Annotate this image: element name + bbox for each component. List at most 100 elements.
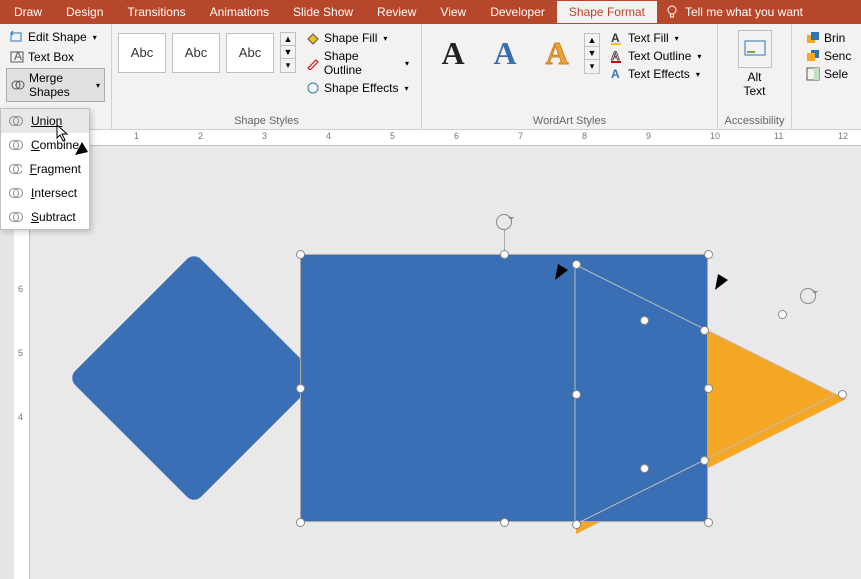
gallery-more-icon: ▾ bbox=[281, 59, 295, 72]
shape-styles-group-label: Shape Styles bbox=[118, 115, 415, 129]
horizontal-ruler[interactable]: 0123456789101112 bbox=[30, 130, 861, 146]
tab-animations[interactable]: Animations bbox=[198, 1, 281, 23]
pen-icon bbox=[306, 56, 320, 70]
merge-shapes-icon bbox=[11, 78, 25, 92]
edit-shape-label: Edit Shape bbox=[28, 30, 87, 44]
shape-fill-button[interactable]: Shape Fill ▾ bbox=[304, 30, 411, 46]
send-backward-button[interactable]: Senc bbox=[804, 48, 853, 64]
style-gallery-more[interactable]: ▲ ▼ ▾ bbox=[280, 32, 296, 73]
send-backward-label: Senc bbox=[824, 49, 851, 63]
gallery-down-icon: ▼ bbox=[281, 46, 295, 59]
tab-slideshow[interactable]: Slide Show bbox=[281, 1, 365, 23]
shape-outline-label: Shape Outline bbox=[324, 49, 399, 77]
text-fill-button[interactable]: A Text Fill▾ bbox=[608, 30, 703, 46]
shape-fill-label: Shape Fill bbox=[324, 31, 377, 45]
gallery-up-icon: ▲ bbox=[281, 33, 295, 46]
text-box-button[interactable]: A Text Box bbox=[6, 48, 105, 66]
wordart-preset-2[interactable]: A bbox=[480, 30, 530, 76]
chevron-down-icon: ▾ bbox=[96, 81, 100, 90]
shape-diamond[interactable] bbox=[68, 252, 320, 504]
resize-handle[interactable] bbox=[640, 316, 649, 325]
tab-developer[interactable]: Developer bbox=[478, 1, 557, 23]
tab-review[interactable]: Review bbox=[365, 1, 428, 23]
text-fill-icon: A bbox=[610, 31, 624, 45]
style-preset-3[interactable]: Abc bbox=[226, 33, 274, 73]
fragment-icon bbox=[9, 162, 22, 176]
resize-handle[interactable] bbox=[296, 384, 305, 393]
tab-design[interactable]: Design bbox=[54, 1, 115, 23]
resize-handle[interactable] bbox=[500, 250, 509, 259]
group-wordart-styles: A A A ▲ ▼ ▾ A Text Fill▾ A Text Outline ▾ bbox=[422, 24, 718, 129]
merge-shapes-button[interactable]: Merge Shapes ▾ bbox=[6, 68, 105, 102]
arrange-group-label bbox=[798, 127, 846, 129]
text-box-label: Text Box bbox=[28, 50, 74, 64]
rotation-handle[interactable] bbox=[800, 288, 816, 304]
chevron-down-icon: ▾ bbox=[405, 84, 409, 93]
bucket-icon bbox=[306, 31, 320, 45]
style-preset-1[interactable]: Abc bbox=[118, 33, 166, 73]
tab-shape-format[interactable]: Shape Format bbox=[557, 1, 657, 23]
resize-handle[interactable] bbox=[572, 390, 581, 399]
resize-handle[interactable] bbox=[296, 250, 305, 259]
alt-text-button[interactable]: Alt Text bbox=[730, 26, 780, 102]
alt-text-label: Alt Text bbox=[743, 70, 765, 98]
annotation-arrow bbox=[540, 170, 610, 290]
chevron-down-icon: ▾ bbox=[383, 34, 387, 43]
resize-handle[interactable] bbox=[572, 520, 581, 529]
wordart-group-label: WordArt Styles bbox=[428, 115, 711, 129]
wordart-gallery-more[interactable]: ▲ ▼ ▾ bbox=[584, 33, 600, 74]
union-icon bbox=[9, 114, 23, 128]
selection-pane-button[interactable]: Sele bbox=[804, 66, 853, 82]
shape-effects-button[interactable]: Shape Effects▾ bbox=[304, 80, 411, 96]
bring-forward-button[interactable]: Brin bbox=[804, 30, 853, 46]
annotation-arrow bbox=[700, 170, 770, 300]
intersect-icon bbox=[9, 186, 23, 200]
annotation-arrow bbox=[60, 110, 150, 170]
resize-handle[interactable] bbox=[704, 518, 713, 527]
cursor-icon bbox=[56, 124, 72, 144]
text-outline-label: Text Outline bbox=[628, 49, 691, 63]
resize-handle[interactable] bbox=[296, 518, 305, 527]
text-outline-button[interactable]: A Text Outline ▾ bbox=[608, 48, 703, 64]
style-preset-2[interactable]: Abc bbox=[172, 33, 220, 73]
gallery-up-icon: ▲ bbox=[585, 34, 599, 47]
wordart-preset-3[interactable]: A bbox=[532, 30, 582, 76]
effects-icon bbox=[306, 81, 320, 95]
menu-subtract[interactable]: Subtract bbox=[1, 205, 89, 229]
resize-handle[interactable] bbox=[700, 326, 709, 335]
menu-subtract-label: Subtract bbox=[31, 210, 76, 224]
text-effects-button[interactable]: A Text Effects▾ bbox=[608, 66, 703, 82]
svg-text:A: A bbox=[611, 31, 620, 45]
chevron-down-icon: ▾ bbox=[697, 52, 701, 61]
menu-intersect[interactable]: Intersect bbox=[1, 181, 89, 205]
svg-text:A: A bbox=[14, 50, 22, 63]
merge-shapes-label: Merge Shapes bbox=[29, 71, 90, 99]
resize-handle[interactable] bbox=[500, 518, 509, 527]
group-shape-styles: Abc Abc Abc ▲ ▼ ▾ Shape Fill ▾ Shape Outl… bbox=[112, 24, 422, 129]
text-effects-label: Text Effects bbox=[628, 67, 690, 81]
send-backward-icon bbox=[806, 49, 820, 63]
shape-outline-button[interactable]: Shape Outline▾ bbox=[304, 48, 411, 78]
chevron-down-icon: ▾ bbox=[696, 70, 700, 79]
tab-transitions[interactable]: Transitions bbox=[115, 1, 197, 23]
resize-handle[interactable] bbox=[838, 390, 847, 399]
tell-me[interactable]: Tell me what you want bbox=[665, 5, 803, 19]
resize-handle[interactable] bbox=[700, 456, 709, 465]
gallery-more-icon: ▾ bbox=[585, 60, 599, 73]
menu-intersect-label: Intersect bbox=[31, 186, 77, 200]
gallery-down-icon: ▼ bbox=[585, 47, 599, 60]
tab-view[interactable]: View bbox=[428, 1, 478, 23]
resize-handle[interactable] bbox=[704, 384, 713, 393]
rotation-handle[interactable] bbox=[496, 214, 512, 230]
resize-handle[interactable] bbox=[778, 310, 787, 319]
lightbulb-icon bbox=[665, 5, 679, 19]
selection-pane-icon bbox=[806, 67, 820, 81]
combine-icon bbox=[9, 138, 23, 152]
tab-draw[interactable]: Draw bbox=[2, 1, 54, 23]
accessibility-group-label: Accessibility bbox=[724, 115, 785, 129]
shape-rectangle[interactable] bbox=[300, 254, 708, 522]
wordart-preset-1[interactable]: A bbox=[428, 30, 478, 76]
resize-handle[interactable] bbox=[640, 464, 649, 473]
text-outline-icon: A bbox=[610, 49, 624, 63]
edit-shape-button[interactable]: Edit Shape▾ bbox=[6, 28, 105, 46]
